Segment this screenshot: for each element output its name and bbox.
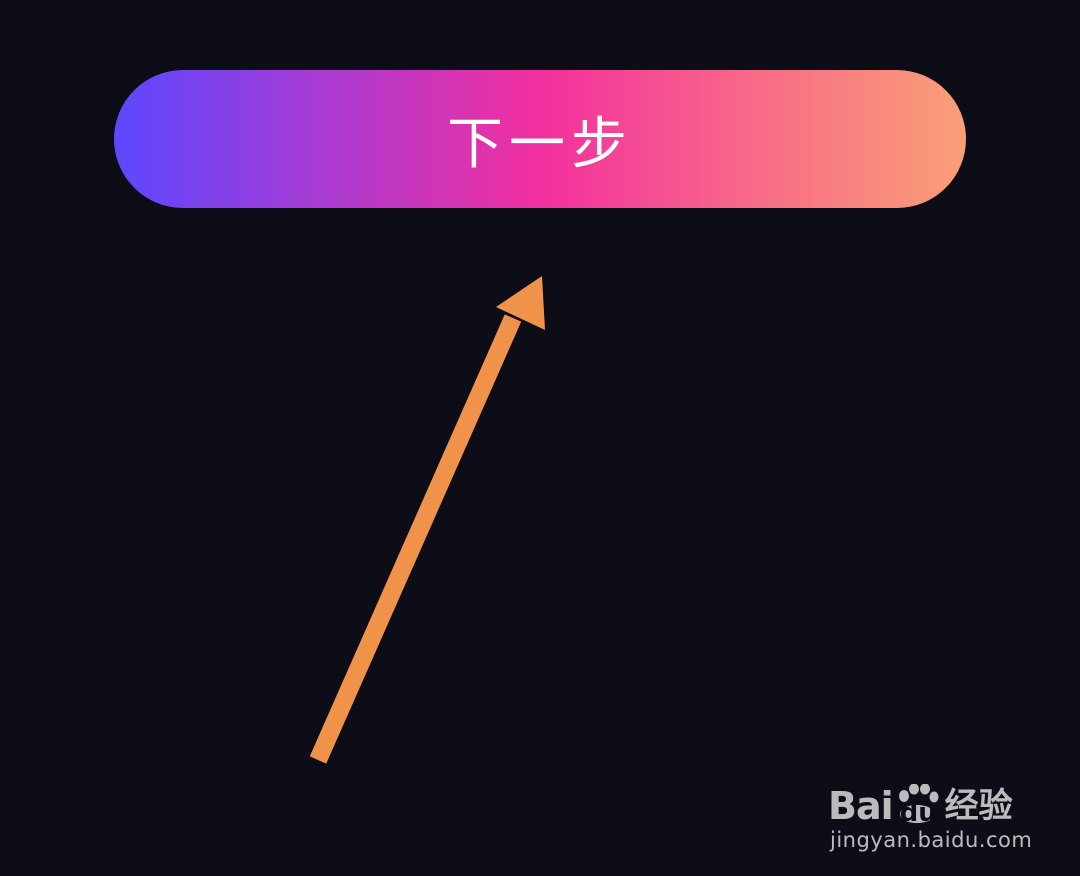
watermark-url: jingyan.baidu.com xyxy=(830,828,1033,852)
watermark-brand-jingyan: 经验 xyxy=(944,786,1013,826)
watermark-brand-du: du xyxy=(899,798,937,828)
arrow-head xyxy=(496,276,545,330)
app-screen: 下一步 Bai du 经验 jingyan.baidu.com xyxy=(0,0,1080,876)
baidu-jingyan-watermark: Bai du 经验 jingyan.baidu.com xyxy=(828,758,1043,858)
watermark-brand-bai: Bai xyxy=(828,784,894,828)
watermark-logo: Bai du 经验 xyxy=(828,780,1013,832)
next-step-button[interactable]: 下一步 xyxy=(114,70,966,208)
arrow-shaft xyxy=(309,314,522,764)
paw-icon: du xyxy=(895,783,939,828)
next-step-button-label: 下一步 xyxy=(447,111,633,177)
